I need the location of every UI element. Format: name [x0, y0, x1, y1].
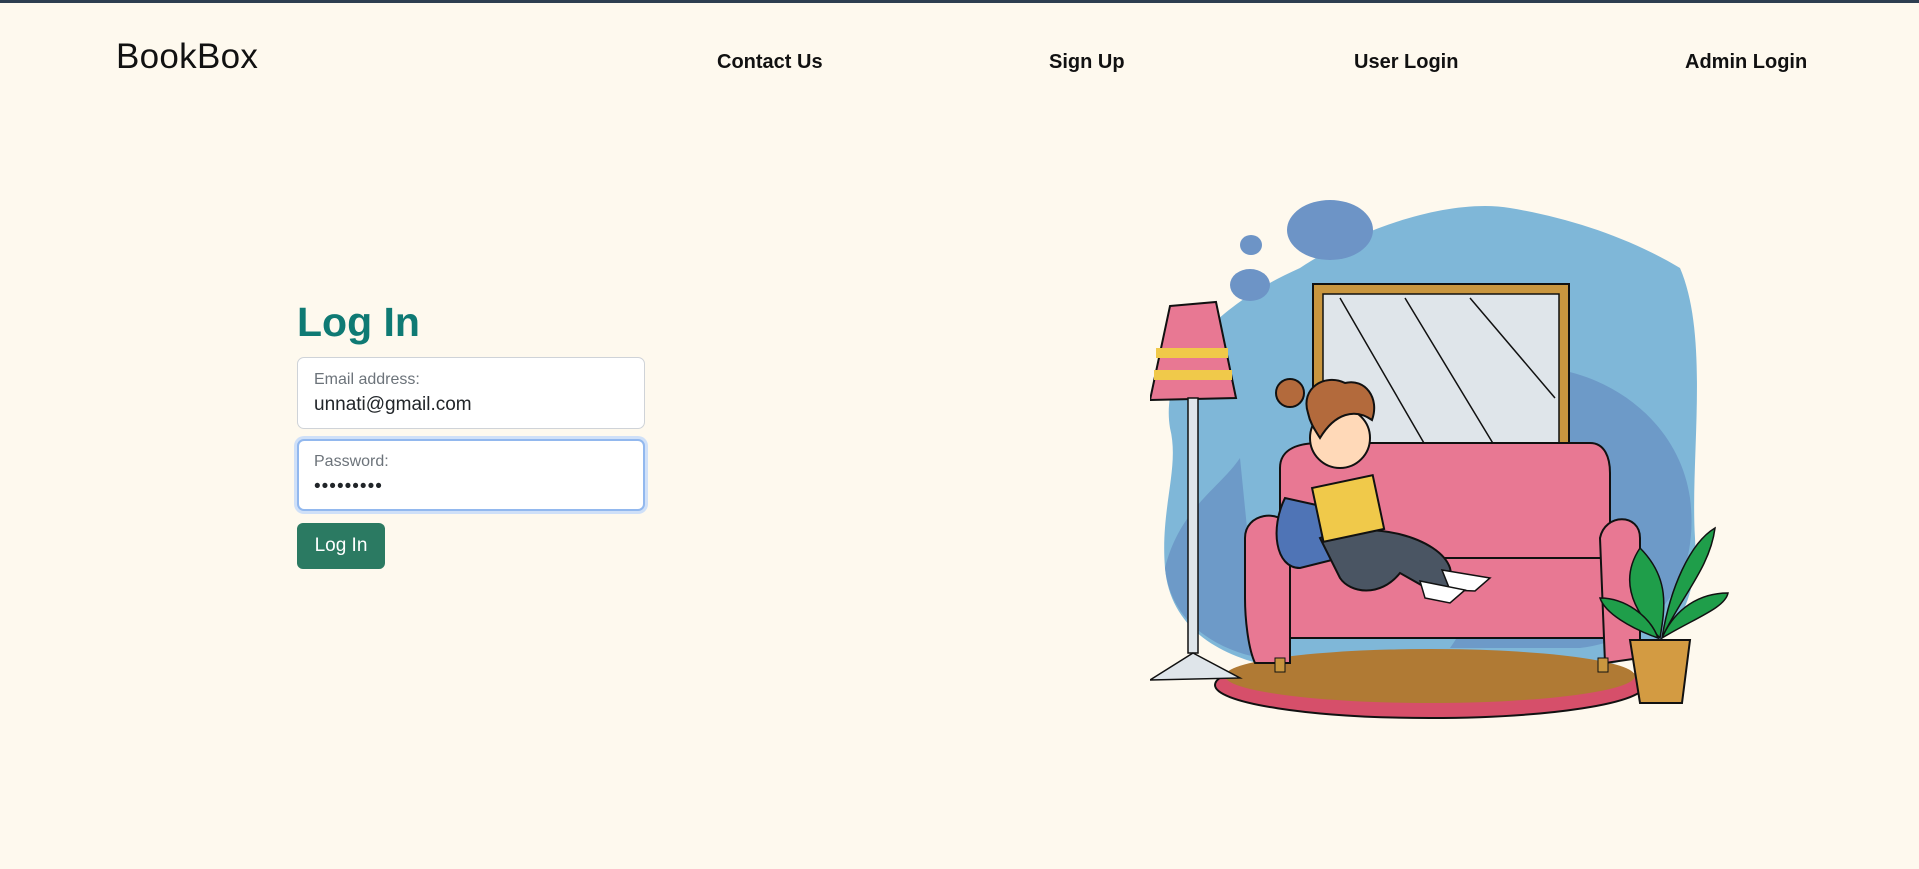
sofa-leg-left — [1274, 657, 1286, 673]
email-input[interactable] — [314, 394, 624, 416]
password-label: Password: — [314, 453, 389, 470]
bubble-large — [1287, 200, 1373, 260]
password-field[interactable]: Password: — [297, 439, 645, 511]
brand-logo[interactable]: BookBox — [116, 37, 258, 77]
lamp-base — [1150, 652, 1243, 681]
nav-sign-up[interactable]: Sign Up — [1049, 51, 1125, 74]
reading-illustration — [1150, 200, 1729, 719]
girl-hair-bun — [1275, 378, 1305, 408]
bubble-medium — [1230, 269, 1270, 301]
lamp-pole — [1187, 397, 1199, 654]
nav-user-login[interactable]: User Login — [1354, 51, 1458, 74]
email-label: Email address: — [314, 371, 420, 388]
nav-admin-login[interactable]: Admin Login — [1685, 51, 1807, 74]
book-icon — [1310, 473, 1386, 544]
bubble-small — [1240, 235, 1262, 255]
password-input[interactable] — [314, 476, 624, 498]
nav-contact-us[interactable]: Contact Us — [717, 51, 823, 74]
login-button[interactable]: Log In — [297, 523, 385, 569]
login-title: Log In — [297, 299, 420, 345]
sofa-leg-right — [1597, 657, 1609, 673]
plant-pot-icon — [1628, 639, 1692, 704]
lamp-shade-stripe-2 — [1154, 370, 1232, 380]
lamp-shade-stripe — [1156, 348, 1228, 358]
email-field[interactable]: Email address: — [297, 357, 645, 429]
